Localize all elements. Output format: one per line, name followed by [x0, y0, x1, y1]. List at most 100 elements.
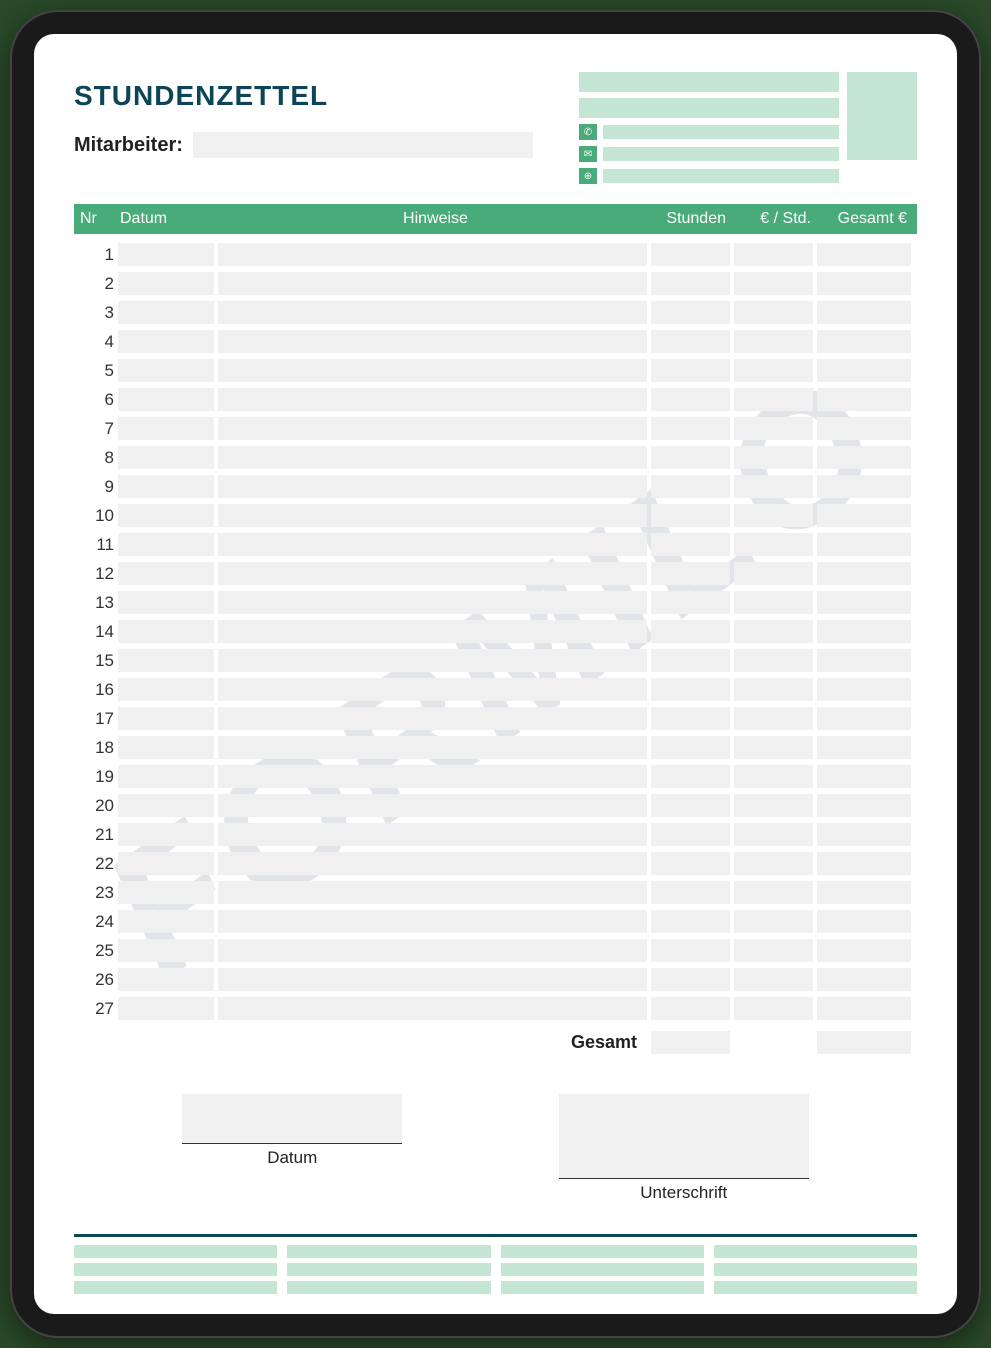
gesamt-input[interactable] [817, 562, 911, 585]
rate-input[interactable] [734, 620, 813, 643]
datum-input[interactable] [118, 736, 214, 759]
datum-input[interactable] [118, 504, 214, 527]
rate-input[interactable] [734, 533, 813, 556]
datum-input[interactable] [118, 301, 214, 324]
datum-input[interactable] [118, 359, 214, 382]
hinweise-input[interactable] [218, 707, 647, 730]
total-stunden-input[interactable] [651, 1031, 730, 1054]
gesamt-input[interactable] [817, 591, 911, 614]
stunden-input[interactable] [651, 359, 730, 382]
gesamt-input[interactable] [817, 765, 911, 788]
hinweise-input[interactable] [218, 243, 647, 266]
gesamt-input[interactable] [817, 736, 911, 759]
gesamt-input[interactable] [817, 678, 911, 701]
stunden-input[interactable] [651, 852, 730, 875]
hinweise-input[interactable] [218, 475, 647, 498]
hinweise-input[interactable] [218, 417, 647, 440]
datum-input[interactable] [118, 939, 214, 962]
datum-input[interactable] [118, 243, 214, 266]
datum-input[interactable] [118, 475, 214, 498]
datum-input[interactable] [118, 533, 214, 556]
gesamt-input[interactable] [817, 794, 911, 817]
hinweise-input[interactable] [218, 330, 647, 353]
stunden-input[interactable] [651, 997, 730, 1020]
stunden-input[interactable] [651, 330, 730, 353]
gesamt-input[interactable] [817, 243, 911, 266]
gesamt-input[interactable] [817, 852, 911, 875]
gesamt-input[interactable] [817, 417, 911, 440]
footer-field[interactable] [501, 1281, 704, 1294]
gesamt-input[interactable] [817, 823, 911, 846]
hinweise-input[interactable] [218, 649, 647, 672]
gesamt-input[interactable] [817, 997, 911, 1020]
hinweise-input[interactable] [218, 939, 647, 962]
rate-input[interactable] [734, 562, 813, 585]
stunden-input[interactable] [651, 765, 730, 788]
rate-input[interactable] [734, 243, 813, 266]
hinweise-input[interactable] [218, 823, 647, 846]
datum-input[interactable] [118, 910, 214, 933]
hinweise-input[interactable] [218, 388, 647, 411]
hinweise-input[interactable] [218, 591, 647, 614]
gesamt-input[interactable] [817, 272, 911, 295]
stunden-input[interactable] [651, 939, 730, 962]
company-phone-field[interactable] [603, 125, 839, 139]
gesamt-input[interactable] [817, 939, 911, 962]
datum-input[interactable] [118, 881, 214, 904]
stunden-input[interactable] [651, 881, 730, 904]
hinweise-input[interactable] [218, 446, 647, 469]
gesamt-input[interactable] [817, 881, 911, 904]
rate-input[interactable] [734, 446, 813, 469]
datum-input[interactable] [118, 417, 214, 440]
hinweise-input[interactable] [218, 533, 647, 556]
datum-input[interactable] [118, 997, 214, 1020]
datum-input[interactable] [118, 649, 214, 672]
stunden-input[interactable] [651, 649, 730, 672]
rate-input[interactable] [734, 504, 813, 527]
gesamt-input[interactable] [817, 446, 911, 469]
rate-input[interactable] [734, 678, 813, 701]
stunden-input[interactable] [651, 794, 730, 817]
stunden-input[interactable] [651, 620, 730, 643]
rate-input[interactable] [734, 707, 813, 730]
hinweise-input[interactable] [218, 620, 647, 643]
stunden-input[interactable] [651, 968, 730, 991]
datum-input[interactable] [118, 446, 214, 469]
company-address-field[interactable] [579, 98, 839, 118]
rate-input[interactable] [734, 823, 813, 846]
rate-input[interactable] [734, 968, 813, 991]
rate-input[interactable] [734, 359, 813, 382]
rate-input[interactable] [734, 301, 813, 324]
logo-placeholder[interactable] [847, 72, 917, 160]
rate-input[interactable] [734, 910, 813, 933]
gesamt-input[interactable] [817, 504, 911, 527]
stunden-input[interactable] [651, 823, 730, 846]
footer-field[interactable] [287, 1245, 490, 1258]
footer-field[interactable] [74, 1263, 277, 1276]
datum-input[interactable] [118, 272, 214, 295]
rate-input[interactable] [734, 330, 813, 353]
rate-input[interactable] [734, 591, 813, 614]
signature-box[interactable] [559, 1094, 809, 1179]
datum-input[interactable] [118, 620, 214, 643]
gesamt-input[interactable] [817, 910, 911, 933]
gesamt-input[interactable] [817, 533, 911, 556]
hinweise-input[interactable] [218, 272, 647, 295]
hinweise-input[interactable] [218, 504, 647, 527]
gesamt-input[interactable] [817, 707, 911, 730]
datum-input[interactable] [118, 968, 214, 991]
datum-input[interactable] [118, 388, 214, 411]
hinweise-input[interactable] [218, 968, 647, 991]
rate-input[interactable] [734, 794, 813, 817]
rate-input[interactable] [734, 881, 813, 904]
gesamt-input[interactable] [817, 301, 911, 324]
footer-field[interactable] [287, 1281, 490, 1294]
footer-field[interactable] [501, 1245, 704, 1258]
rate-input[interactable] [734, 997, 813, 1020]
hinweise-input[interactable] [218, 562, 647, 585]
date-signature-box[interactable] [182, 1094, 402, 1144]
stunden-input[interactable] [651, 562, 730, 585]
stunden-input[interactable] [651, 301, 730, 324]
footer-field[interactable] [714, 1263, 917, 1276]
rate-input[interactable] [734, 852, 813, 875]
